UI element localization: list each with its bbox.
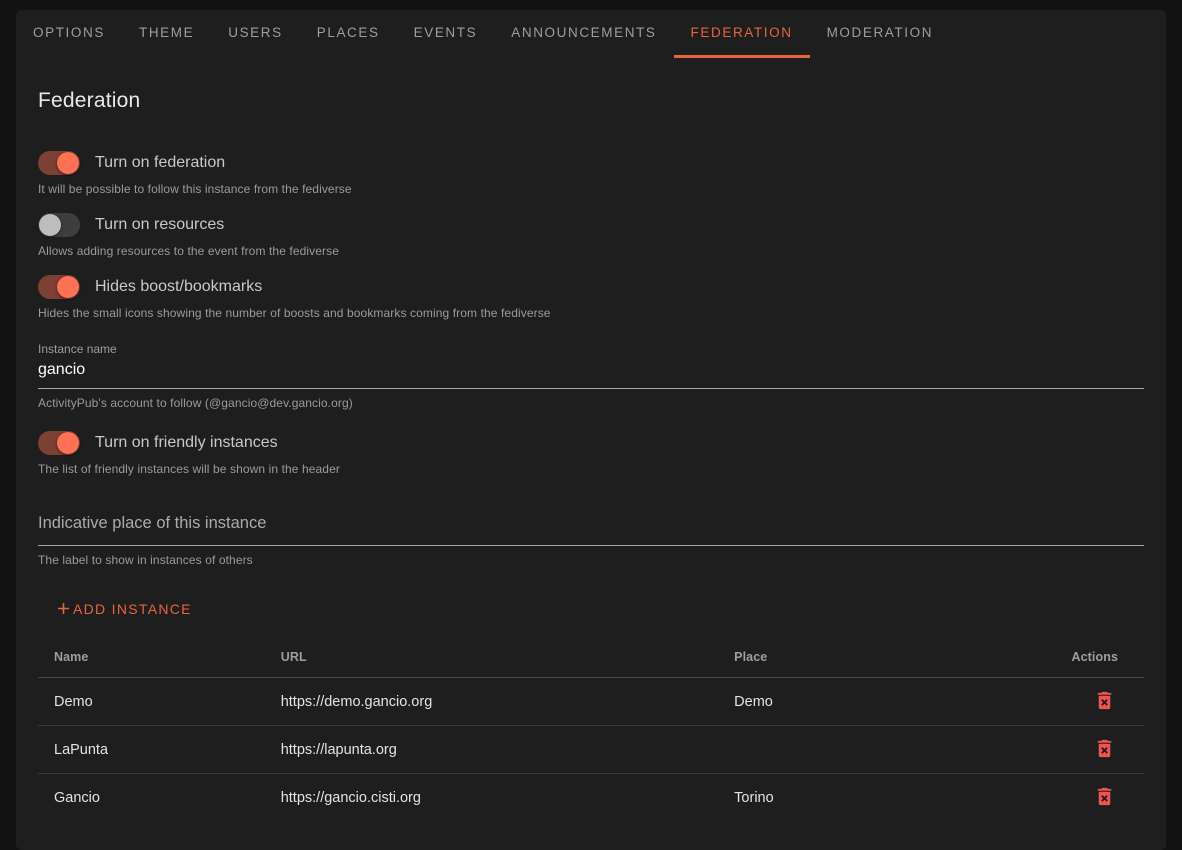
admin-panel-card: OPTIONS THEME USERS PLACES EVENTS ANNOUN… — [16, 10, 1166, 850]
instance-name-cell: Demo — [38, 678, 265, 726]
table-row: Gancio https://gancio.cisti.org Torino — [38, 774, 1144, 822]
instance-name-cell: Gancio — [38, 774, 265, 822]
instance-url-cell: https://lapunta.org — [265, 726, 718, 774]
toggle-hint: It will be possible to follow this insta… — [38, 182, 1144, 196]
indicative-place-field-group: The label to show in instances of others — [38, 512, 1144, 567]
toggle-thumb — [57, 276, 79, 298]
tab-theme[interactable]: THEME — [122, 10, 211, 58]
instance-url-cell: https://gancio.cisti.org — [265, 774, 718, 822]
toggle-label: Turn on federation — [95, 154, 225, 172]
tab-places[interactable]: PLACES — [300, 10, 397, 58]
column-header-name: Name — [38, 636, 265, 678]
page-title: Federation — [38, 89, 1144, 113]
toggle-thumb — [39, 214, 61, 236]
toggle-thumb — [57, 432, 79, 454]
tab-events[interactable]: EVENTS — [397, 10, 495, 58]
table-row: LaPunta https://lapunta.org — [38, 726, 1144, 774]
toggle-label: Hides boost/bookmarks — [95, 278, 262, 296]
resources-toggle[interactable] — [38, 213, 80, 237]
table-row: Demo https://demo.gancio.org Demo — [38, 678, 1144, 726]
tab-announcements[interactable]: ANNOUNCEMENTS — [494, 10, 673, 58]
instance-place-cell: Demo — [718, 678, 1033, 726]
admin-tabbar: OPTIONS THEME USERS PLACES EVENTS ANNOUN… — [16, 10, 1166, 58]
tab-moderation[interactable]: MODERATION — [810, 10, 951, 58]
toggle-hint: Allows adding resources to the event fro… — [38, 244, 1144, 258]
hide-boost-toggle[interactable] — [38, 275, 80, 299]
plus-icon — [54, 599, 73, 618]
trash-delete-icon — [1093, 748, 1116, 763]
toggle-label: Turn on friendly instances — [95, 434, 278, 452]
indicative-place-hint: The label to show in instances of others — [38, 553, 1144, 567]
delete-instance-button[interactable] — [1091, 735, 1118, 762]
table-header-row: Name URL Place Actions — [38, 636, 1144, 678]
trash-delete-icon — [1093, 796, 1116, 811]
friendly-instances-toggle[interactable] — [38, 431, 80, 455]
instance-place-cell: Torino — [718, 774, 1033, 822]
instance-name-label: Instance name — [38, 342, 1144, 356]
setting-friendly-instances: Turn on friendly instances The list of f… — [38, 431, 1144, 476]
toggle-hint: The list of friendly instances will be s… — [38, 462, 1144, 476]
instance-name-hint: ActivityPub's account to follow (@gancio… — [38, 396, 1144, 410]
column-header-url: URL — [265, 636, 718, 678]
instance-name-cell: LaPunta — [38, 726, 265, 774]
instance-name-field-group: Instance name ActivityPub's account to f… — [38, 342, 1144, 410]
column-header-actions: Actions — [1033, 636, 1144, 678]
setting-turn-on-resources: Turn on resources Allows adding resource… — [38, 213, 1144, 258]
instance-place-cell — [718, 726, 1033, 774]
indicative-place-input[interactable] — [38, 512, 1144, 546]
setting-hides-boost-bookmarks: Hides boost/bookmarks Hides the small ic… — [38, 275, 1144, 320]
add-instance-label: ADD INSTANCE — [73, 601, 192, 617]
setting-turn-on-federation: Turn on federation It will be possible t… — [38, 151, 1144, 196]
toggle-label: Turn on resources — [95, 216, 224, 234]
instance-url-cell: https://demo.gancio.org — [265, 678, 718, 726]
delete-instance-button[interactable] — [1091, 687, 1118, 714]
toggle-hint: Hides the small icons showing the number… — [38, 306, 1144, 320]
trash-delete-icon — [1093, 700, 1116, 715]
federation-toggle[interactable] — [38, 151, 80, 175]
delete-instance-button[interactable] — [1091, 783, 1118, 810]
toggle-thumb — [57, 152, 79, 174]
instances-table: Name URL Place Actions Demo https://demo… — [38, 636, 1144, 822]
federation-settings-panel: Federation Turn on federation It will be… — [16, 89, 1166, 822]
tab-users[interactable]: USERS — [211, 10, 300, 58]
add-instance-button[interactable]: ADD INSTANCE — [44, 591, 202, 626]
tab-options[interactable]: OPTIONS — [16, 10, 122, 58]
column-header-place: Place — [718, 636, 1033, 678]
instance-name-input[interactable] — [38, 356, 1144, 389]
tab-federation[interactable]: FEDERATION — [674, 10, 810, 58]
